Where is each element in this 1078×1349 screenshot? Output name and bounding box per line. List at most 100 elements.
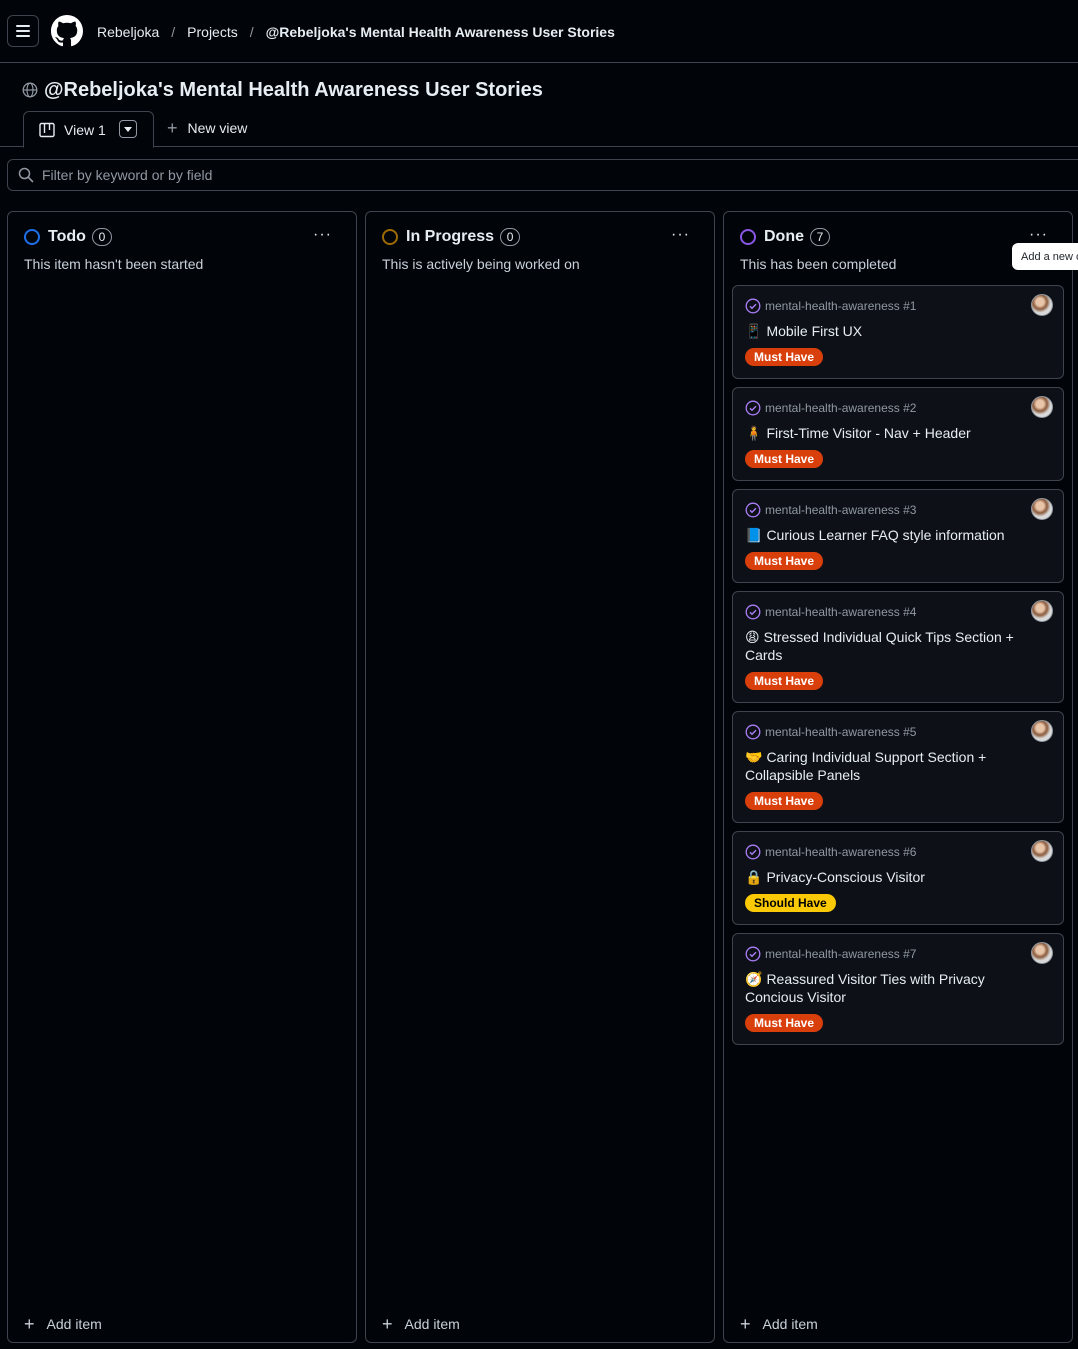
column-description: This has been completed [740, 256, 897, 272]
globe-icon [22, 82, 38, 98]
column-header: Todo 0 [24, 228, 112, 246]
breadcrumb-projects[interactable]: Projects [187, 22, 238, 42]
assignee-avatar[interactable] [1031, 600, 1053, 622]
assignee-avatar[interactable] [1031, 396, 1053, 418]
issue-card[interactable]: mental-health-awareness #6 🔒 Privacy-Cons… [732, 831, 1064, 925]
assignee-avatar[interactable] [1031, 720, 1053, 742]
issue-closed-icon [745, 400, 761, 416]
status-circle-icon [740, 229, 756, 245]
card-emoji: 📘 [745, 527, 763, 543]
assignee-avatar[interactable] [1031, 840, 1053, 862]
column-count: 0 [500, 228, 521, 246]
card-title-text: Curious Learner FAQ style information [766, 527, 1005, 543]
issue-card[interactable]: mental-health-awareness #5 🤝 Caring Indiv… [732, 711, 1064, 823]
priority-label[interactable]: Must Have [745, 450, 824, 468]
view-options-dropdown[interactable] [119, 120, 137, 138]
issue-closed-icon [745, 502, 761, 518]
card-title-text: Stressed Individual Quick Tips Section +… [745, 629, 1014, 663]
card-list: mental-health-awareness #1 📱 Mobile First… [732, 285, 1064, 1053]
new-view-button[interactable]: + New view [167, 118, 247, 138]
column-description: This is actively being worked on [382, 256, 580, 272]
issue-closed-icon [745, 724, 761, 740]
issue-closed-icon [745, 844, 761, 860]
card-title[interactable]: 🔒 Privacy-Conscious Visitor [745, 868, 1051, 886]
breadcrumb-separator: / [249, 24, 254, 40]
page-title: @Rebeljoka's Mental Health Awareness Use… [44, 79, 543, 101]
card-title[interactable]: 😩 Stressed Individual Quick Tips Section … [745, 628, 1051, 664]
column-name: In Progress [406, 228, 495, 245]
card-meta: mental-health-awareness #7 [745, 946, 1051, 962]
search-icon [18, 167, 34, 183]
card-title-text: Privacy-Conscious Visitor [766, 869, 925, 885]
card-title-text: First-Time Visitor - Nav + Header [766, 425, 971, 441]
breadcrumb-owner[interactable]: Rebeljoka [97, 22, 159, 42]
card-title[interactable]: 🧭 Reassured Visitor Ties with Privacy Con… [745, 970, 1051, 1006]
plus-icon: + [167, 118, 178, 138]
status-circle-icon [24, 229, 40, 245]
column-in-progress: In Progress 0 ··· This is actively being… [365, 211, 715, 1343]
column-menu-button[interactable]: ··· [671, 226, 690, 244]
hamburger-menu-button[interactable] [7, 15, 39, 47]
breadcrumb: Rebeljoka / Projects / @Rebeljoka's Ment… [97, 22, 615, 42]
card-title[interactable]: 🧍 First-Time Visitor - Nav + Header [745, 424, 1051, 442]
project-header: @Rebeljoka's Mental Health Awareness Use… [22, 78, 543, 102]
issue-closed-icon [745, 298, 761, 314]
issue-card[interactable]: mental-health-awareness #7 🧭 Reassured Vi… [732, 933, 1064, 1045]
card-ref: mental-health-awareness #5 [765, 725, 917, 739]
card-emoji: 🧍 [745, 425, 763, 441]
column-todo: Todo 0 ··· This item hasn't been started… [7, 211, 357, 1343]
plus-icon: + [24, 1314, 35, 1334]
column-name: Done [764, 228, 804, 245]
card-title-text: Caring Individual Support Section + Coll… [745, 749, 987, 783]
card-emoji: 🧭 [745, 971, 763, 987]
card-ref: mental-health-awareness #4 [765, 605, 917, 619]
breadcrumb-project[interactable]: @Rebeljoka's Mental Health Awareness Use… [266, 22, 615, 42]
column-menu-button[interactable]: ··· [1029, 226, 1048, 244]
column-done: Done 7 ··· This has been completed menta… [723, 211, 1073, 1343]
plus-icon: + [382, 1314, 393, 1334]
card-title[interactable]: 📘 Curious Learner FAQ style information [745, 526, 1051, 544]
issue-card[interactable]: mental-health-awareness #2 🧍 First-Time V… [732, 387, 1064, 481]
add-item-button[interactable]: + Add item [740, 1315, 818, 1333]
priority-label[interactable]: Must Have [745, 552, 824, 570]
card-emoji: 📱 [745, 323, 763, 339]
issue-card[interactable]: mental-health-awareness #3 📘 Curious Lear… [732, 489, 1064, 583]
card-title-text: Mobile First UX [766, 323, 863, 339]
issue-closed-icon [745, 604, 761, 620]
add-item-label: Add item [46, 1316, 102, 1332]
github-logo-icon[interactable] [51, 15, 83, 47]
tab-view-1[interactable]: View 1 [23, 111, 154, 148]
priority-label[interactable]: Must Have [745, 348, 824, 366]
column-header: Done 7 [740, 228, 830, 246]
priority-label[interactable]: Must Have [745, 792, 824, 810]
card-ref: mental-health-awareness #6 [765, 845, 917, 859]
assignee-avatar[interactable] [1031, 498, 1053, 520]
card-title[interactable]: 📱 Mobile First UX [745, 322, 1051, 340]
card-title[interactable]: 🤝 Caring Individual Support Section + Col… [745, 748, 1051, 784]
board-icon [39, 122, 55, 137]
priority-label[interactable]: Should Have [745, 894, 836, 912]
card-ref: mental-health-awareness #7 [765, 947, 917, 961]
add-item-label: Add item [762, 1316, 818, 1332]
card-meta: mental-health-awareness #3 [745, 502, 1051, 518]
priority-label[interactable]: Must Have [745, 1014, 824, 1032]
priority-label[interactable]: Must Have [745, 672, 824, 690]
card-meta: mental-health-awareness #6 [745, 844, 1051, 860]
add-item-button[interactable]: + Add item [24, 1314, 102, 1334]
issue-card[interactable]: mental-health-awareness #4 😩 Stressed Ind… [732, 591, 1064, 703]
card-meta: mental-health-awareness #1 [745, 298, 1051, 314]
issue-closed-icon [745, 946, 761, 962]
add-item-button[interactable]: + Add item [382, 1314, 460, 1334]
filter-input[interactable] [42, 167, 642, 183]
issue-card[interactable]: mental-health-awareness #1 📱 Mobile First… [732, 285, 1064, 379]
card-ref: mental-health-awareness #2 [765, 401, 917, 415]
assignee-avatar[interactable] [1031, 294, 1053, 316]
card-title-text: Reassured Visitor Ties with Privacy Conc… [745, 971, 985, 1005]
assignee-avatar[interactable] [1031, 942, 1053, 964]
card-meta: mental-health-awareness #5 [745, 724, 1051, 740]
view-tabs: View 1 + New view [0, 110, 1078, 148]
card-ref: mental-health-awareness #1 [765, 299, 917, 313]
add-item-label: Add item [404, 1316, 460, 1332]
breadcrumb-separator: / [171, 24, 176, 40]
column-menu-button[interactable]: ··· [313, 226, 332, 244]
